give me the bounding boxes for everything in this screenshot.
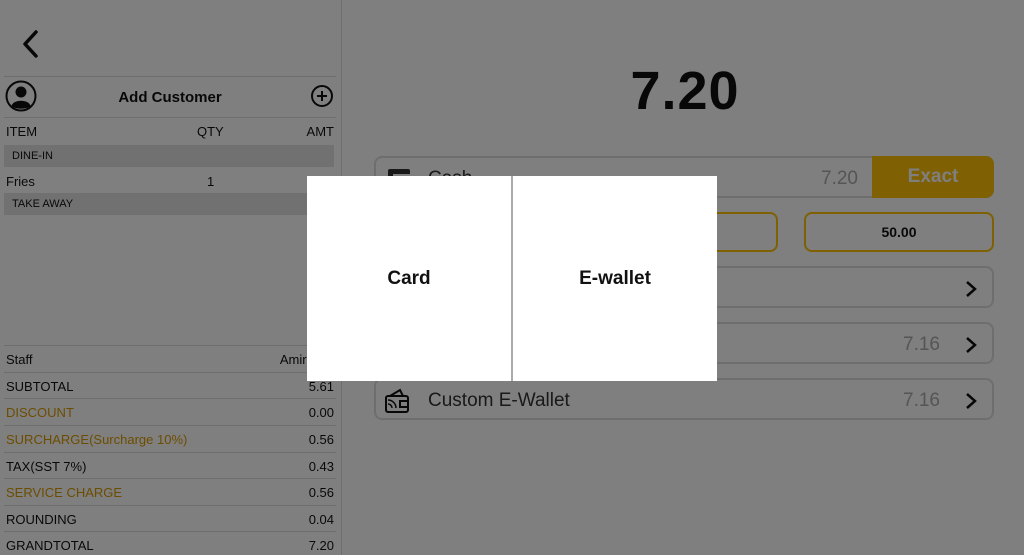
card-option[interactable]: Card [307, 176, 511, 381]
payment-type-dialog: Card E-wallet [307, 176, 717, 381]
ewallet-option[interactable]: E-wallet [511, 176, 717, 381]
